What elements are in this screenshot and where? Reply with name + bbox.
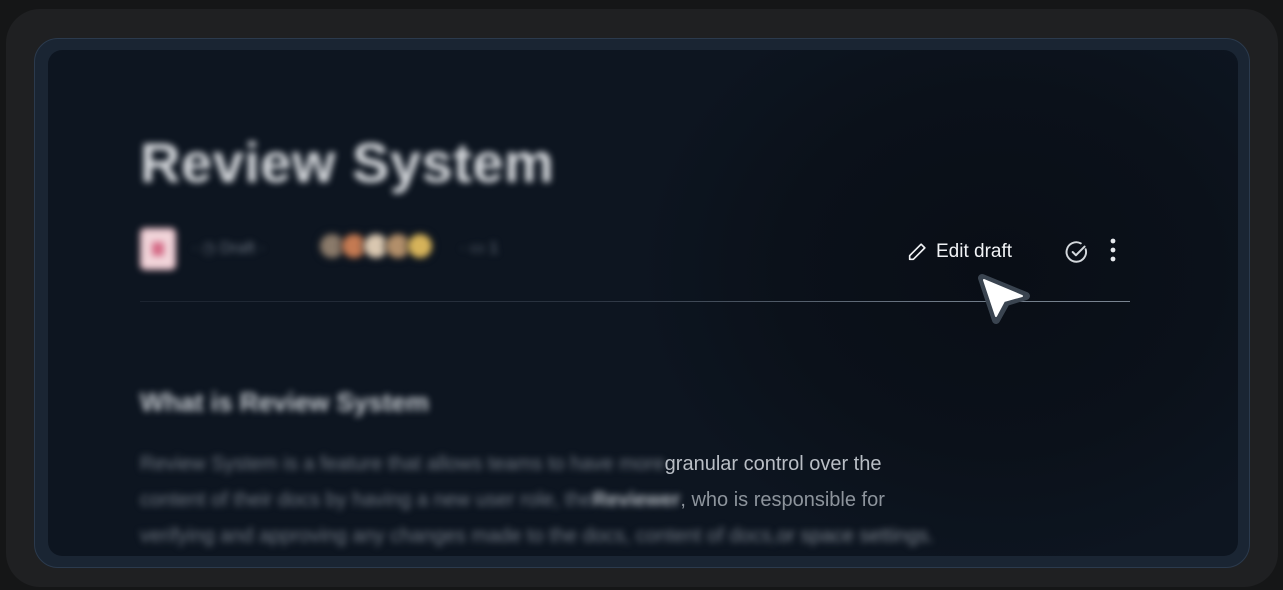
edit-draft-label: Edit draft [936, 241, 1013, 262]
page-title: Review System [140, 131, 555, 194]
reviewer-term: Reviewer [592, 489, 681, 511]
paragraph-line: Review System is a feature that allows t… [140, 446, 881, 482]
avatar-group[interactable] [318, 232, 448, 262]
document-card: Review System · ◷ Draft · · ▭ 1 Edit dra… [48, 50, 1238, 556]
comment-count: · ▭ 1 [460, 240, 499, 257]
pencil-icon [908, 243, 926, 261]
meta-row: · ◷ Draft · · ▭ 1 [140, 228, 560, 270]
edit-draft-button[interactable]: Edit draft [906, 241, 1012, 263]
document-toolbar: Edit draft [906, 236, 1136, 268]
more-vertical-icon[interactable] [1106, 236, 1120, 266]
paragraph-text-blurred: Review System is a feature that allows t… [140, 453, 665, 475]
paragraph-text-blurred: verifying and approving any changes made… [140, 525, 778, 547]
mouse-cursor-icon [978, 274, 1030, 324]
section-heading: What is Review System [140, 387, 429, 417]
document-icon [140, 228, 176, 270]
check-circle-icon[interactable] [1064, 239, 1090, 265]
paragraph-text: or space settings. [777, 525, 934, 547]
paragraph-text: , who is responsible for [680, 489, 885, 511]
paragraph-line: verifying and approving any changes made… [140, 518, 934, 554]
paragraph-text: granular control over the [664, 453, 882, 475]
avatar [406, 232, 434, 260]
paragraph-text-blurred: content of their docs by having a new us… [140, 489, 593, 511]
status-text: · ◷ Draft · [192, 240, 265, 257]
paragraph-line: content of their docs by having a new us… [140, 482, 885, 518]
